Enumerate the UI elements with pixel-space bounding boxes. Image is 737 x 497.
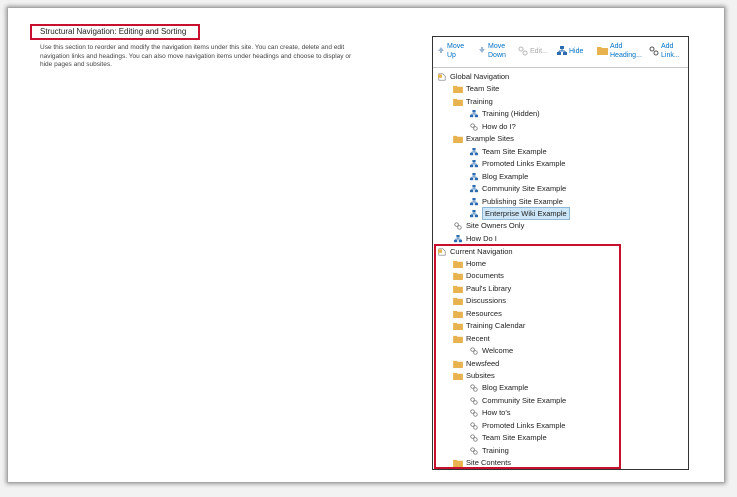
folder-icon	[453, 372, 463, 380]
tree-item-label: How do I?	[482, 121, 516, 131]
link-icon	[470, 447, 478, 455]
tree-item-label: Global Navigation	[450, 72, 510, 81]
tree-item-label: How to's	[482, 408, 511, 418]
navigation-root-icon	[438, 73, 446, 81]
tree-item-label: Recent	[466, 333, 490, 343]
tree-item-label: Newsfeed	[466, 358, 500, 368]
tree-item-label: Training Calendar	[466, 321, 526, 331]
tree-item-label: Discussions	[466, 296, 507, 306]
tree-item-label: Training (Hidden)	[482, 109, 540, 119]
tree-item-label: Blog Example	[482, 383, 529, 393]
link-icon	[470, 123, 478, 131]
section-description: Use this section to reorder and modify t…	[40, 44, 352, 68]
folder-icon	[453, 136, 463, 144]
tree-item-label: Documents	[466, 271, 504, 281]
folder-icon	[453, 98, 463, 106]
link-icon	[470, 347, 478, 355]
link-icon	[470, 409, 478, 417]
tree-item-label: Site Contents	[466, 458, 512, 468]
sitemap-icon	[470, 209, 478, 218]
tree-item-label: Promoted Links Example	[482, 420, 566, 430]
tree-item-label: Subsites	[466, 371, 495, 380]
tree-item-label: Home	[466, 258, 487, 268]
section-title: Structural Navigation: Editing and Sorti…	[30, 24, 200, 40]
folder-icon	[453, 273, 463, 281]
sitemap-icon	[470, 197, 478, 205]
tree-item-label: Resources	[466, 308, 502, 318]
folder-icon	[453, 460, 463, 468]
sitemap-icon	[454, 234, 462, 243]
folder-icon	[453, 260, 463, 268]
tree-item-label: Enterprise Wiki Example	[482, 206, 570, 220]
folder-icon	[453, 360, 463, 368]
tree-item-label: Current Navigation	[450, 246, 513, 256]
folder-icon	[453, 285, 463, 293]
tree-item-label: Community Site Example	[482, 395, 567, 405]
navigation-tree: Global Navigation Team Site Training Traini…	[433, 37, 688, 469]
sitemap-icon	[470, 160, 478, 168]
folder-icon	[453, 298, 463, 306]
sitemap-icon	[470, 172, 478, 180]
tree-item-label: Training	[466, 96, 493, 106]
tree-item-label: Team Site	[466, 84, 500, 94]
tree-item-label: Site Owners Only	[466, 221, 525, 231]
tree-item-label: Blog Example	[482, 171, 529, 181]
folder-icon	[453, 310, 463, 318]
tree-item-label: Community Site Example	[482, 184, 567, 194]
tree-item-label: Team Site Example	[482, 146, 547, 156]
link-icon	[470, 397, 478, 405]
navigation-editor-panel: Move Up Move Down Edit... Hide Add Heading.…	[432, 36, 689, 470]
tree-item-label: Example Sites	[466, 134, 514, 144]
folder-icon	[453, 335, 463, 343]
tree-item-label: How Do I	[466, 233, 497, 243]
tree-item-label: Team Site Example	[482, 433, 547, 443]
sitemap-icon	[470, 147, 478, 155]
sitemap-icon	[470, 185, 478, 193]
folder-icon	[453, 86, 463, 94]
folder-icon	[453, 323, 463, 331]
link-icon	[454, 222, 462, 230]
tree-item-label: Training	[482, 445, 509, 455]
tree-item-label: Publishing Site Example	[482, 196, 563, 206]
sitemap-icon	[470, 110, 478, 118]
link-icon	[470, 434, 478, 442]
tree-item-label: Paul's Library	[466, 283, 512, 293]
navigation-root-icon	[438, 247, 446, 256]
tree-item-label: Promoted Links Example	[482, 159, 566, 169]
tree-item-label: Welcome	[482, 346, 514, 356]
link-icon	[470, 422, 478, 430]
link-icon	[470, 384, 478, 392]
